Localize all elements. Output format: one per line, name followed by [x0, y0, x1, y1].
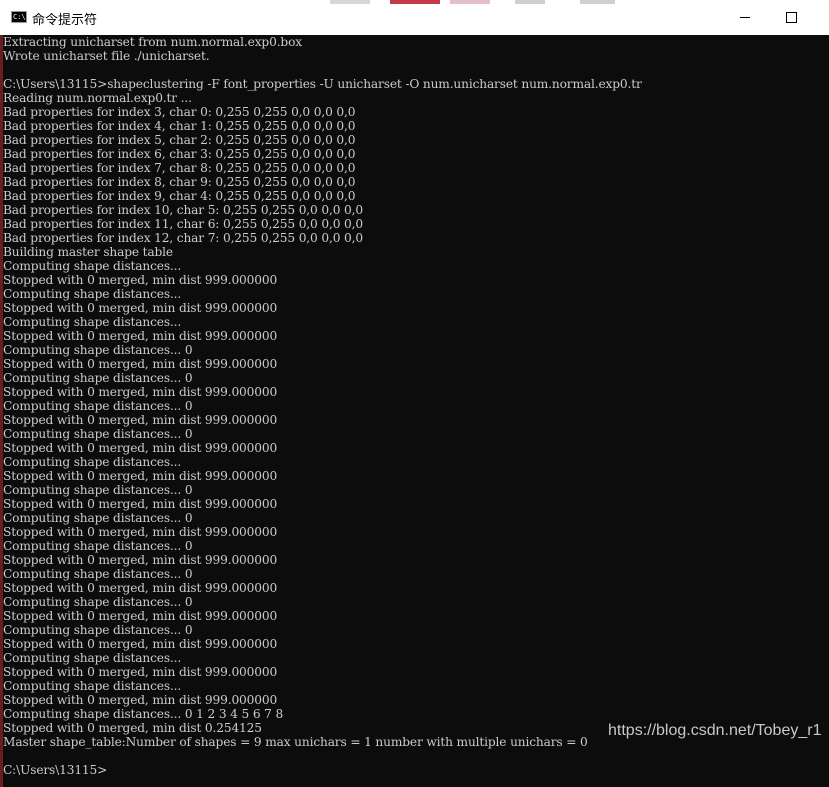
console-line: Computing shape distances... 0	[3, 427, 193, 441]
console-line: Computing shape distances... 0	[3, 623, 193, 637]
console-line: Stopped with 0 merged, min dist 999.0000…	[3, 329, 278, 343]
console-line: Bad properties for index 11, char 6: 0,2…	[3, 217, 363, 231]
console-line: Computing shape distances... 0	[3, 567, 193, 581]
console-line: Stopped with 0 merged, min dist 999.0000…	[3, 553, 278, 567]
console-line: Stopped with 0 merged, min dist 999.0000…	[3, 273, 278, 287]
background-window-strip	[330, 0, 630, 4]
console-line: Computing shape distances...	[3, 679, 182, 693]
console-line: Reading num.normal.exp0.tr ...	[3, 91, 192, 105]
console-line: Wrote unicharset file ./unicharset.	[3, 49, 210, 63]
console-line: Stopped with 0 merged, min dist 999.0000…	[3, 497, 278, 511]
console-line: Stopped with 0 merged, min dist 999.0000…	[3, 637, 278, 651]
console-line: Bad properties for index 12, char 7: 0,2…	[3, 231, 363, 245]
console-line: Stopped with 0 merged, min dist 999.0000…	[3, 693, 278, 707]
console-line: Computing shape distances...	[3, 455, 182, 469]
console-line: Computing shape distances... 0 1 2 3 4 5…	[3, 707, 284, 721]
console-line: Bad properties for index 10, char 5: 0,2…	[3, 203, 363, 217]
minimize-icon	[740, 17, 750, 18]
console-line: Computing shape distances...	[3, 315, 182, 329]
console-line: C:\Users\13115>shapeclustering -F font_p…	[3, 77, 642, 91]
maximize-icon	[786, 12, 797, 23]
console-line: Bad properties for index 5, char 2: 0,25…	[3, 133, 356, 147]
console-line: Stopped with 0 merged, min dist 999.0000…	[3, 609, 278, 623]
console-line: Computing shape distances... 0	[3, 595, 193, 609]
console-line: Stopped with 0 merged, min dist 999.0000…	[3, 469, 278, 483]
console-line: Bad properties for index 6, char 3: 0,25…	[3, 147, 356, 161]
cmd-icon[interactable]: C:\	[11, 11, 27, 23]
console-line: Stopped with 0 merged, min dist 999.0000…	[3, 665, 278, 679]
console-line: Bad properties for index 8, char 9: 0,25…	[3, 175, 356, 189]
console-line: Computing shape distances... 0	[3, 371, 193, 385]
console-line: Bad properties for index 3, char 0: 0,25…	[3, 105, 356, 119]
console-line: Extracting unicharset from num.normal.ex…	[3, 35, 302, 49]
console-line: Computing shape distances... 0	[3, 539, 193, 553]
console-line: Computing shape distances... 0	[3, 511, 193, 525]
console-output: Extracting unicharset from num.normal.ex…	[3, 35, 823, 777]
minimize-button[interactable]	[722, 0, 768, 35]
maximize-button[interactable]	[768, 0, 814, 35]
console-line: Stopped with 0 merged, min dist 999.0000…	[3, 301, 278, 315]
console-line: Building master shape table	[3, 245, 173, 259]
console-line: Stopped with 0 merged, min dist 999.0000…	[3, 413, 278, 427]
console-line: Computing shape distances...	[3, 651, 182, 665]
console-line: Stopped with 0 merged, min dist 999.0000…	[3, 441, 278, 455]
console-line: C:\Users\13115>	[3, 763, 108, 777]
console-line: Computing shape distances...	[3, 259, 182, 273]
console-line: Bad properties for index 7, char 8: 0,25…	[3, 161, 356, 175]
console-line: Stopped with 0 merged, min dist 999.0000…	[3, 525, 278, 539]
window-title: 命令提示符	[32, 13, 98, 28]
console-line: Stopped with 0 merged, min dist 999.0000…	[3, 581, 278, 595]
title-bar[interactable]: C:\ 命令提示符	[0, 0, 829, 35]
console-area[interactable]: Extracting unicharset from num.normal.ex…	[0, 35, 829, 787]
console-line: Stopped with 0 merged, min dist 999.0000…	[3, 357, 278, 371]
console-line: Computing shape distances... 0	[3, 399, 193, 413]
console-line: Bad properties for index 9, char 4: 0,25…	[3, 189, 356, 203]
console-line: Bad properties for index 4, char 1: 0,25…	[3, 119, 356, 133]
command-prompt-window: C:\ 命令提示符 Extracting unicharset from num…	[0, 0, 829, 787]
console-line: Computing shape distances... 0	[3, 483, 193, 497]
console-line: Stopped with 0 merged, min dist 999.0000…	[3, 385, 278, 399]
console-line: Computing shape distances... 0	[3, 343, 193, 357]
watermark-text: https://blog.csdn.net/Tobey_r1	[608, 722, 822, 739]
console-line: Computing shape distances...	[3, 287, 182, 301]
